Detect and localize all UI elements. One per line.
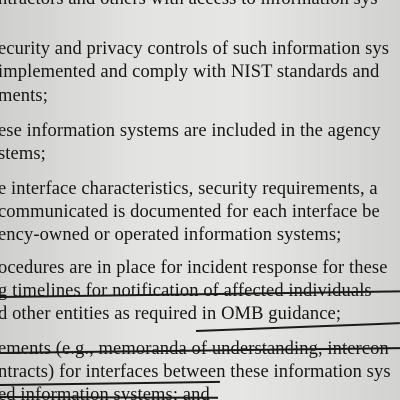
text-line: ese information systems are included in … [0,121,381,141]
text-line: ecurity and privacy controls of such inf… [0,39,390,59]
text-line: communicated is documented for each inte… [0,202,380,222]
text-line: ency-owned or operated information syste… [0,225,342,245]
text-line: implemented and comply with NIST standar… [0,62,380,82]
text-line: ntracts) for interfaces between these in… [0,362,391,382]
text-line: e interface characteristics, security re… [0,179,378,199]
scanned-document-page: ntractors and others with access to info… [0,0,400,400]
text-line: d other entities as required in OMB guid… [0,304,342,324]
text-line: ntractors and others with access to info… [0,0,378,10]
text-line: stems; [0,144,46,164]
text-line: ments; [0,86,48,106]
text-line: ocedures are in place for incident respo… [0,258,388,278]
